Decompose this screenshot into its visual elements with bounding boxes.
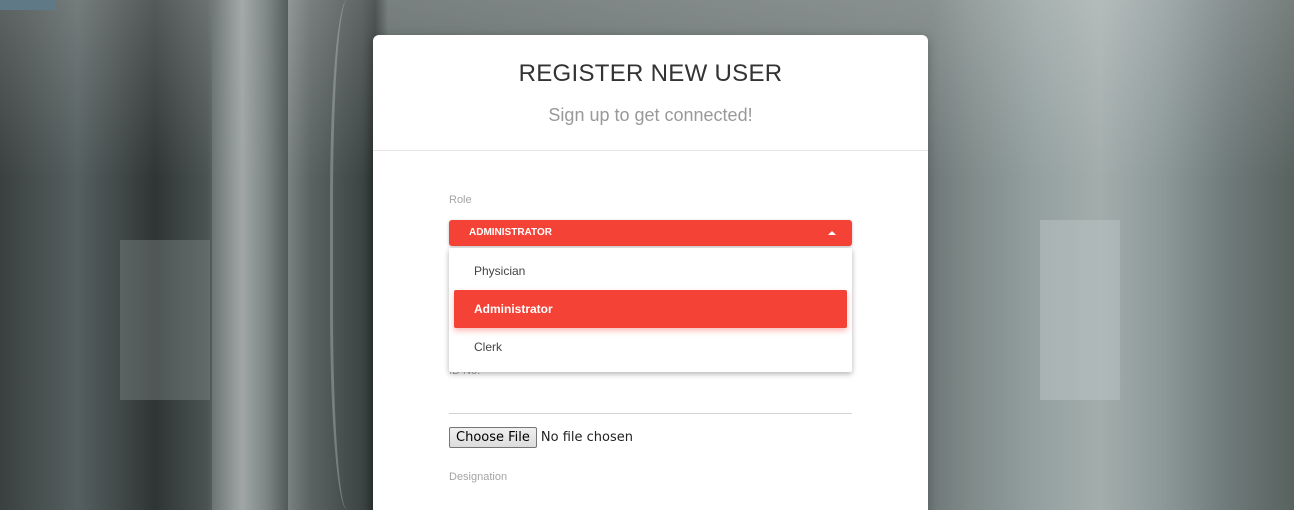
role-select[interactable]: ADMINISTRATOR: [449, 220, 852, 246]
file-status-text: No file chosen: [540, 430, 633, 445]
id-number-input-underline[interactable]: [449, 413, 852, 414]
background-window-left: [120, 240, 210, 400]
role-label: Role: [449, 194, 472, 206]
background-window-right: [1040, 220, 1120, 400]
designation-label: Designation: [449, 471, 508, 483]
background-tube: [330, 0, 373, 510]
role-option-clerk[interactable]: Clerk: [454, 328, 847, 366]
background-corner: [0, 0, 56, 10]
register-card: REGISTER NEW USER Sign up to get connect…: [373, 35, 928, 510]
page-subtitle: Sign up to get connected!: [548, 105, 753, 125]
role-option-administrator[interactable]: Administrator: [454, 290, 847, 328]
caret-up-icon: [828, 231, 836, 235]
choose-file-button[interactable]: Choose File: [449, 427, 537, 448]
page-title: REGISTER NEW USER: [518, 60, 783, 87]
role-select-value: ADMINISTRATOR: [469, 227, 552, 238]
file-upload: Choose File No file chosen: [449, 427, 633, 448]
role-option-physician[interactable]: Physician: [454, 252, 847, 290]
role-dropdown-menu: Physician Administrator Clerk: [449, 248, 852, 372]
background-pole: [212, 0, 288, 510]
card-header: REGISTER NEW USER Sign up to get connect…: [373, 35, 928, 151]
